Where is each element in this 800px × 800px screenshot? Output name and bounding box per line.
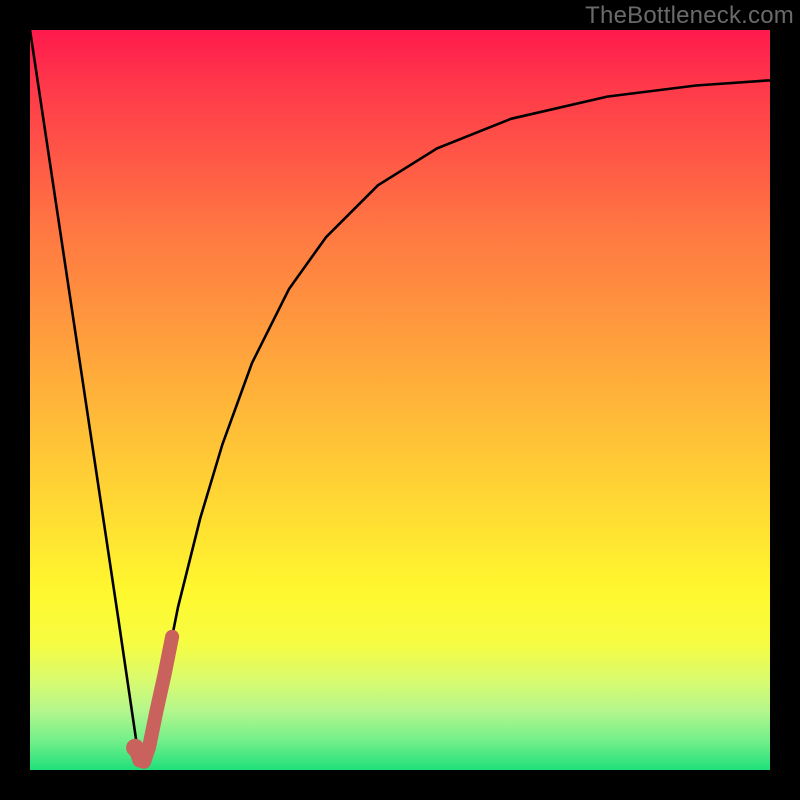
chart-frame: TheBottleneck.com (0, 0, 800, 800)
highlight-endpoint (126, 739, 144, 757)
watermark-text: TheBottleneck.com (585, 2, 794, 30)
bottleneck-curve (30, 30, 770, 763)
curve-layer (30, 30, 770, 770)
